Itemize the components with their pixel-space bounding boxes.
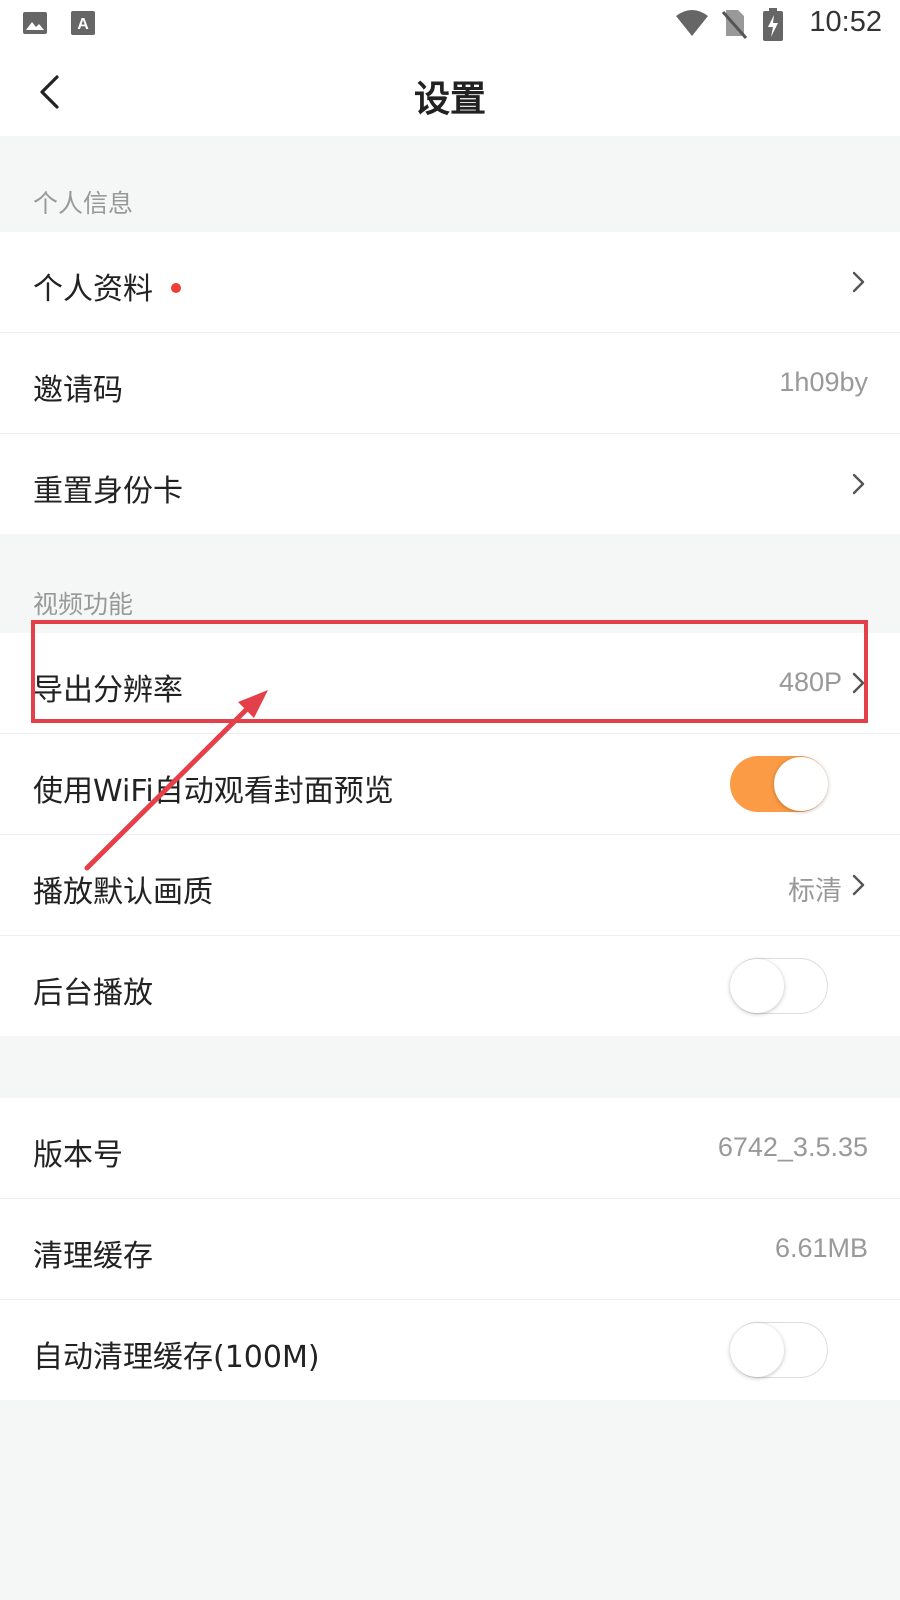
row-label-default-quality: 播放默认画质 — [33, 875, 213, 910]
row-profile[interactable]: 个人资料 — [0, 232, 900, 333]
row-label-invite-code: 邀请码 — [33, 373, 123, 408]
row-label-profile: 个人资料 — [33, 264, 181, 308]
svg-text:A: A — [77, 16, 89, 33]
toggle-knob — [730, 959, 784, 1013]
row-invite-code[interactable]: 邀请码 1h09by — [0, 333, 900, 434]
row-wifi-preview: 使用WiFi自动观看封面预览 — [0, 734, 900, 835]
row-export-resolution[interactable]: 导出分辨率 480P — [0, 633, 900, 734]
section-label-personal: 个人信息 — [33, 189, 134, 218]
row-label-wifi-preview: 使用WiFi自动观看封面预览 — [33, 774, 394, 809]
background-play-toggle[interactable] — [730, 958, 828, 1014]
default-quality-value: 标清 — [788, 876, 842, 906]
row-label-version: 版本号 — [33, 1138, 123, 1173]
text-a-icon: A — [71, 11, 95, 35]
group-video: 导出分辨率 480P 使用WiFi自动观看封面预览 播放默认画质 标清 后台播放 — [0, 633, 900, 1036]
section-label-video: 视频功能 — [33, 590, 134, 619]
row-label-export-resolution: 导出分辨率 — [33, 673, 183, 708]
row-label-reset-id-card: 重置身份卡 — [33, 474, 183, 509]
chevron-right-icon — [852, 271, 865, 293]
row-label-clear-cache: 清理缓存 — [33, 1239, 153, 1274]
page-title: 设置 — [413, 79, 486, 120]
group-other: 版本号 6742_3.5.35 清理缓存 6.61MB 自动清理缓存(100M) — [0, 1098, 900, 1400]
row-clear-cache[interactable]: 清理缓存 6.61MB — [0, 1199, 900, 1300]
row-background-play: 后台播放 — [0, 936, 900, 1036]
wifi-preview-toggle[interactable] — [730, 756, 828, 812]
auto-clear-cache-toggle[interactable] — [730, 1322, 828, 1378]
export-resolution-value: 480P — [778, 667, 842, 697]
invite-code-value: 1h09by — [779, 367, 868, 397]
toggle-knob — [730, 1323, 784, 1377]
battery-charging-icon — [763, 8, 783, 41]
no-sim-icon — [721, 10, 748, 39]
toggle-knob — [774, 757, 828, 811]
chevron-right-icon — [852, 473, 865, 495]
notification-dot — [171, 282, 181, 293]
row-label-auto-clear-cache: 自动清理缓存(100M) — [33, 1340, 320, 1375]
row-version: 版本号 6742_3.5.35 — [0, 1098, 900, 1199]
app-header: 设置 — [0, 48, 900, 136]
group-personal: 个人资料 邀请码 1h09by 重置身份卡 — [0, 232, 900, 534]
row-label-background-play: 后台播放 — [33, 976, 153, 1011]
image-icon — [23, 12, 47, 34]
row-reset-id-card[interactable]: 重置身份卡 — [0, 434, 900, 534]
chevron-right-icon — [852, 672, 865, 694]
row-auto-clear-cache: 自动清理缓存(100M) — [0, 1300, 900, 1400]
version-value: 6742_3.5.35 — [717, 1132, 868, 1162]
wifi-icon — [676, 10, 708, 36]
status-time: 10:52 — [809, 6, 882, 38]
cache-size-value: 6.61MB — [774, 1233, 868, 1263]
row-default-quality[interactable]: 播放默认画质 标清 — [0, 835, 900, 936]
chevron-right-icon — [852, 874, 865, 896]
status-bar: A 10:52 — [0, 0, 900, 48]
